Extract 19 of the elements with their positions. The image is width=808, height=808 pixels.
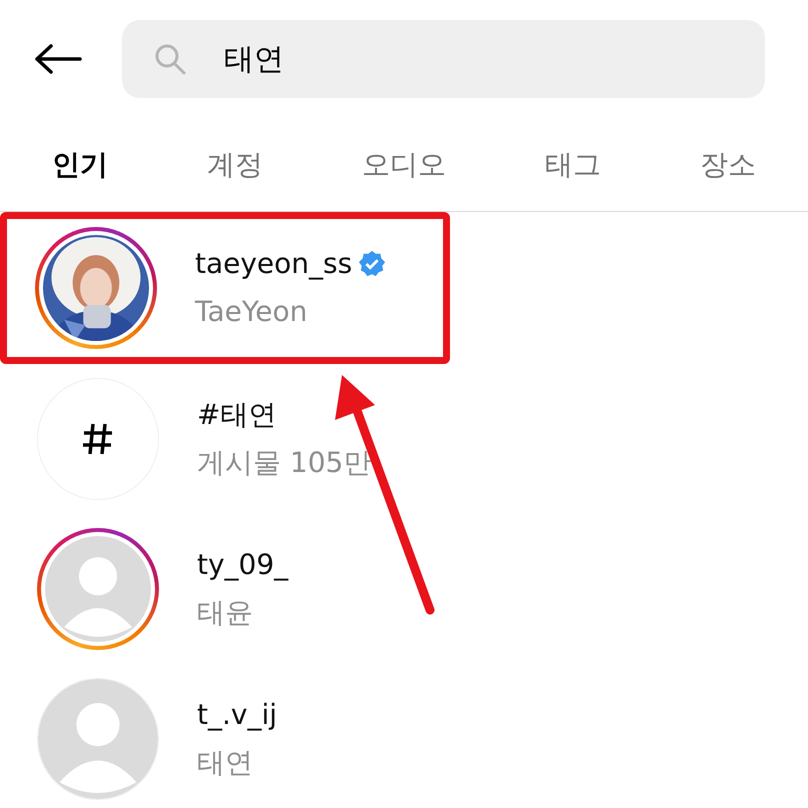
person-silhouette-icon (45, 536, 151, 642)
search-text: 태연 (224, 40, 284, 78)
tab[interactable]: 오디오 (362, 144, 446, 186)
result-subtitle: 태연 (197, 745, 254, 781)
result-title[interactable]: t_.v_ij (197, 694, 278, 736)
back-arrow-icon[interactable] (34, 44, 82, 74)
person-silhouette-icon (38, 679, 158, 799)
result-title[interactable]: taeyeon_ss (195, 243, 352, 285)
search-icon (154, 43, 186, 75)
tab[interactable]: 인기 (52, 144, 108, 186)
result-title[interactable]: #태연 (197, 394, 276, 436)
result-subtitle: 태윤 (197, 595, 254, 631)
tab[interactable]: 장소 (700, 144, 756, 186)
result-subtitle: TaeYeon (195, 294, 308, 330)
search-field[interactable]: 태연 (122, 20, 765, 98)
tab[interactable]: 계정 (207, 144, 263, 186)
result-title[interactable]: ty_09_ (197, 544, 288, 586)
result-subtitle: 게시물 105만 (197, 445, 372, 481)
tab[interactable]: 태그 (545, 144, 601, 186)
